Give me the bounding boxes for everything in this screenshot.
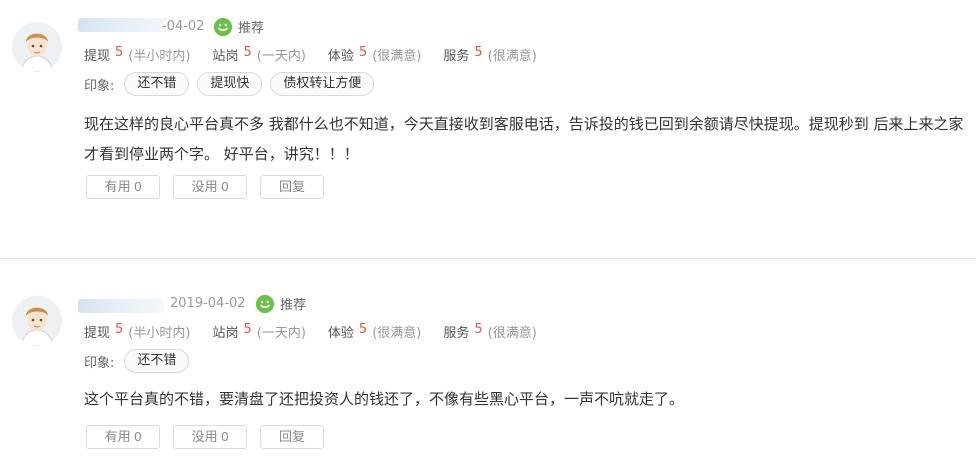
rating-score: 5	[115, 322, 124, 337]
rating-service: 服务 5 (很满意)	[443, 322, 536, 341]
rating-experience: 体验 5 (很满意)	[328, 45, 421, 64]
rating-desc: (一天内)	[256, 326, 306, 341]
impressions-row: 印象: 还不错	[84, 349, 197, 373]
recommend-badge: 推荐	[214, 17, 264, 36]
rating-score: 5	[243, 45, 252, 60]
useless-button[interactable]: 没用 0	[173, 175, 247, 199]
impression-tag[interactable]: 还不错	[124, 349, 190, 373]
user-avatar[interactable]	[12, 296, 62, 346]
rating-score: 5	[474, 322, 483, 337]
rating-label: 服务	[443, 326, 470, 341]
rating-desc: (很满意)	[487, 49, 537, 64]
rating-label: 体验	[327, 49, 354, 64]
rating-desc: (很满意)	[372, 49, 422, 64]
reply-button[interactable]: 回复	[260, 425, 324, 449]
rating-desc: (半小时内)	[128, 49, 191, 64]
review-content: 现在这样的良心平台真不多 我都什么也不知道，今天直接收到客服电话，告诉投的钱已回…	[84, 115, 964, 163]
useful-button[interactable]: 有用 0	[86, 175, 160, 199]
rating-score: 5	[243, 322, 252, 337]
review-divider	[0, 258, 976, 259]
rating-score: 5	[358, 45, 368, 60]
review-item: -04-02 推荐 提现 5 (半小时内) 站岗 5 (一天内) 体验 5 (很…	[0, 0, 976, 258]
review-content: 这个平台真的不错，要清盘了还把投资人的钱还了，不像有些黑心平台，一声不吭就走了。	[84, 390, 685, 408]
impressions-label: 印象:	[84, 355, 115, 371]
impression-tag[interactable]: 提现快	[197, 72, 263, 96]
rating-label: 体验	[327, 326, 354, 341]
rating-experience: 体验 5 (很满意)	[328, 322, 421, 341]
username-masked[interactable]	[78, 18, 172, 32]
rating-desc: (半小时内)	[128, 326, 191, 341]
rating-withdraw: 提现 5 (半小时内)	[84, 45, 190, 64]
rating-desc: (很满意)	[372, 326, 422, 341]
useless-button[interactable]: 没用 0	[173, 425, 247, 449]
user-avatar[interactable]	[12, 22, 62, 72]
recommend-label: 推荐	[238, 21, 265, 36]
reply-button[interactable]: 回复	[260, 175, 324, 199]
rating-label: 站岗	[212, 326, 239, 341]
impression-tag[interactable]: 债权转让方便	[270, 72, 375, 96]
useful-button[interactable]: 有用 0	[86, 425, 160, 449]
rating-label: 提现	[84, 326, 111, 341]
recommend-badge: 推荐	[256, 294, 306, 313]
rating-label: 提现	[84, 49, 111, 64]
rating-score: 5	[474, 45, 483, 60]
rating-score: 5	[358, 322, 368, 337]
impressions-label: 印象:	[84, 78, 115, 94]
impressions-row: 印象: 还不错 提现快 债权转让方便	[84, 72, 382, 96]
user-avatar-icon	[12, 22, 62, 72]
review-actions: 有用 0 没用 0 回复	[86, 425, 337, 449]
review-actions: 有用 0 没用 0 回复	[86, 175, 337, 199]
review-item: 2019-04-02 推荐 提现 5 (半小时内) 站岗 5 (一天内) 体验 …	[0, 262, 976, 456]
rating-withdraw: 提现 5 (半小时内)	[84, 322, 190, 341]
ratings-row: 提现 5 (半小时内) 站岗 5 (一天内) 体验 5 (很满意) 服务 5 (…	[84, 322, 559, 341]
rating-desc: (一天内)	[256, 49, 306, 64]
smile-icon	[214, 17, 232, 36]
impression-tag[interactable]: 还不错	[124, 72, 190, 96]
user-avatar-icon	[12, 296, 62, 346]
recommend-label: 推荐	[280, 298, 307, 313]
username-masked[interactable]	[78, 299, 164, 313]
smile-icon	[256, 294, 274, 313]
review-date: 2019-04-02	[170, 296, 246, 311]
rating-desc: (很满意)	[487, 326, 537, 341]
rating-label: 站岗	[212, 49, 239, 64]
rating-standby: 站岗 5 (一天内)	[212, 45, 305, 64]
rating-service: 服务 5 (很满意)	[443, 45, 536, 64]
review-date: -04-02	[162, 19, 205, 34]
ratings-row: 提现 5 (半小时内) 站岗 5 (一天内) 体验 5 (很满意) 服务 5 (…	[84, 45, 559, 64]
rating-label: 服务	[443, 49, 470, 64]
rating-score: 5	[115, 45, 124, 60]
rating-standby: 站岗 5 (一天内)	[212, 322, 305, 341]
